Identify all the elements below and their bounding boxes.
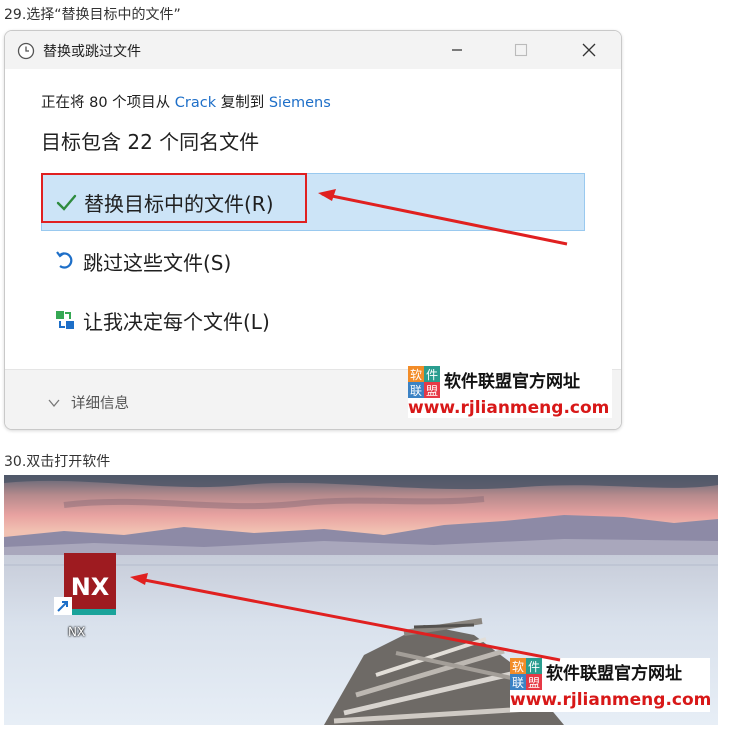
logo-char: 件 [528, 660, 540, 674]
copy-info-line: 正在将 80 个项目从 Crack 复制到 Siemens [41, 91, 331, 112]
title-bar: 替换或跳过文件 [5, 31, 621, 69]
watermark-url: www.rjlianmeng.com [408, 398, 610, 418]
source-folder-link[interactable]: Crack [175, 95, 216, 111]
nx-icon-text: NX [71, 573, 110, 601]
skip-files-option[interactable]: 跳过这些文件(S) [41, 233, 585, 289]
watermark-title: 软件联盟官方网址 [444, 372, 580, 392]
decide-each-option[interactable]: 让我决定每个文件(L) [41, 292, 585, 348]
nx-app-label[interactable]: NX [68, 625, 85, 639]
step-29-caption: 29.选择“替换目标中的文件” [4, 7, 181, 23]
watermark: 软 件 联 盟 软件联盟官方网址 www.rjlianmeng.com [510, 658, 712, 712]
logo-char: 盟 [528, 676, 540, 690]
decide-each-label: 让我决定每个文件(L) [83, 309, 270, 334]
dialog-title: 替换或跳过文件 [43, 44, 141, 60]
logo-char: 件 [426, 368, 438, 382]
chevron-down-icon [48, 399, 60, 407]
logo-char: 软 [410, 368, 422, 382]
skip-icon [53, 249, 77, 273]
watermark-logo: 软 件 联 盟 [510, 658, 542, 690]
minimize-button[interactable] [425, 31, 489, 69]
info-prefix: 正在将 80 个项目从 [41, 95, 175, 111]
logo-char: 盟 [426, 384, 438, 398]
watermark-title: 软件联盟官方网址 [546, 664, 682, 684]
logo-char: 软 [512, 660, 524, 674]
skip-files-label: 跳过这些文件(S) [83, 250, 232, 275]
details-toggle[interactable]: 详细信息 [47, 392, 129, 413]
decide-icon [53, 308, 77, 332]
maximize-icon [514, 43, 528, 57]
destination-folder-link[interactable]: Siemens [269, 95, 331, 111]
dialog-headline: 目标包含 22 个同名文件 [41, 130, 260, 154]
maximize-button[interactable] [489, 31, 553, 69]
step-30-caption: 30.双击打开软件 [4, 454, 111, 470]
logo-char: 联 [512, 676, 524, 690]
nx-app-icon[interactable]: NX [54, 553, 116, 615]
minimize-icon [452, 49, 462, 51]
watermark-logo: 软 件 联 盟 [408, 366, 440, 398]
watermark: 软 件 联 盟 软件联盟官方网址 www.rjlianmeng.com [408, 366, 612, 418]
watermark-url: www.rjlianmeng.com [510, 690, 712, 710]
info-middle: 复制到 [216, 95, 269, 111]
close-button[interactable] [557, 31, 621, 69]
highlight-frame [41, 173, 307, 223]
details-label: 详细信息 [71, 396, 129, 412]
close-icon [582, 43, 596, 57]
clock-icon [17, 42, 35, 60]
logo-char: 联 [410, 384, 422, 398]
